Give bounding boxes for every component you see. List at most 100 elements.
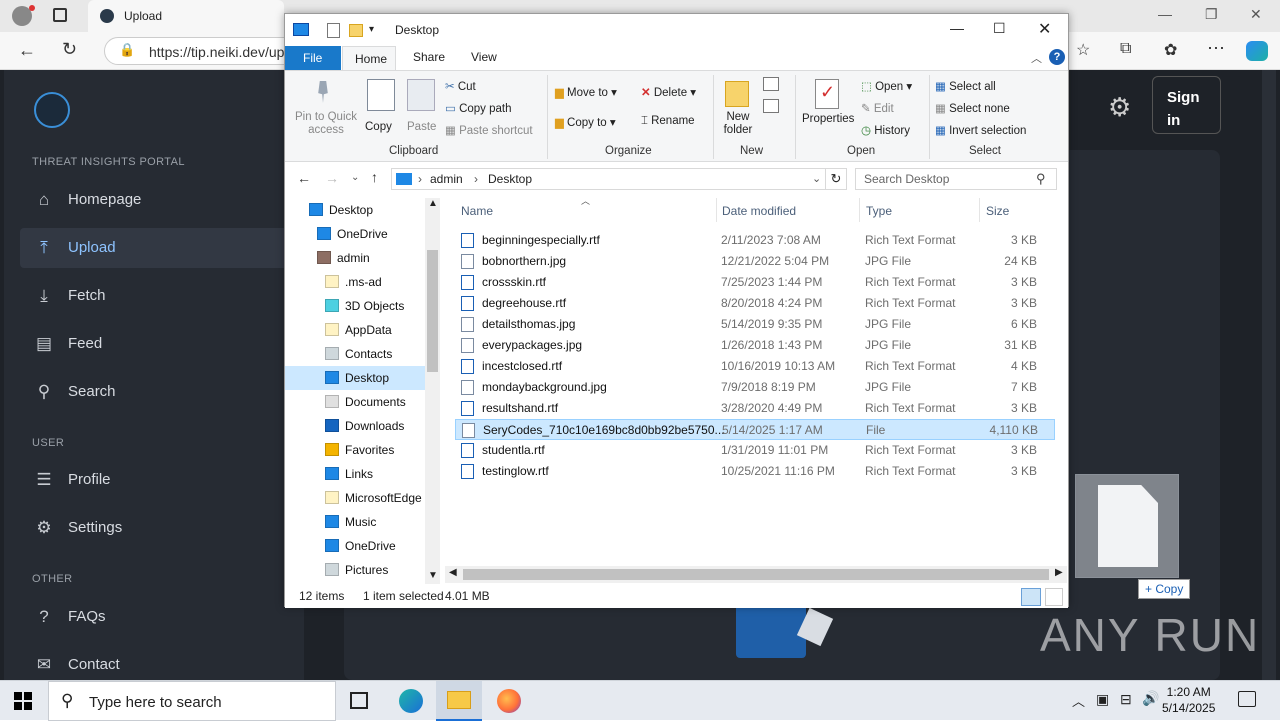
column-divider[interactable] xyxy=(716,198,717,222)
file-row[interactable]: everypackages.jpg 1/26/2018 1:43 PM JPG Fi… xyxy=(455,335,1055,356)
tree-item[interactable]: Contacts xyxy=(285,342,425,366)
refresh-location-button[interactable]: ↻ xyxy=(825,168,847,190)
history-button[interactable]: ◷ History xyxy=(861,123,910,137)
sidebar-item-faqs[interactable]: ? FAQs xyxy=(20,597,290,637)
new-item-icon[interactable] xyxy=(763,77,779,91)
taskbar-clock[interactable]: 1:20 AM 5/14/2025 xyxy=(1162,684,1215,716)
sidebar-item-search[interactable]: ⚲ Search xyxy=(20,372,290,412)
breadcrumb[interactable]: › admin › Desktop ⌄ xyxy=(391,168,826,190)
page-scrollbar[interactable] xyxy=(1262,70,1276,680)
column-divider[interactable] xyxy=(979,198,980,222)
tree-item[interactable]: admin xyxy=(285,246,425,270)
up-arrow-icon[interactable]: ↑ xyxy=(371,169,378,185)
navigation-pane-scrollbar[interactable]: ▲ ▼ xyxy=(425,198,440,584)
tree-item[interactable]: OneDrive xyxy=(285,222,425,246)
tree-item[interactable]: Music xyxy=(285,510,425,534)
tree-item[interactable]: OneDrive xyxy=(285,534,425,558)
tree-item[interactable]: Pictures xyxy=(285,558,425,582)
copilot-icon[interactable] xyxy=(1246,41,1268,61)
show-hidden-icons-icon[interactable]: ︿ xyxy=(1072,691,1085,710)
new-folder-quick-icon[interactable] xyxy=(349,24,363,37)
edge-browser-icon[interactable] xyxy=(399,689,423,713)
help-icon[interactable]: ? xyxy=(1049,49,1065,65)
copy-button[interactable]: Copy xyxy=(361,75,395,141)
more-menu-icon[interactable]: ⋯ xyxy=(1207,38,1225,59)
file-row[interactable]: beginningespecially.rtf 2/11/2023 7:08 AM… xyxy=(455,230,1055,251)
taskbar-search-box[interactable]: ⚲ Type here to search xyxy=(48,681,336,721)
sidebar-item-fetch[interactable]: ⤓ Fetch xyxy=(20,276,290,316)
delete-button[interactable]: ✕ Delete ▾ xyxy=(641,85,696,99)
sign-in-button[interactable]: Sign in xyxy=(1152,76,1221,134)
column-type[interactable]: Type xyxy=(866,204,892,218)
site-logo[interactable] xyxy=(34,92,70,128)
properties-button[interactable]: ✓ Properties xyxy=(799,75,857,141)
collapse-ribbon-icon[interactable]: ︿ xyxy=(1031,50,1042,66)
volume-icon[interactable]: 🔊 xyxy=(1142,690,1159,707)
back-icon[interactable]: ← xyxy=(18,40,36,61)
file-row[interactable]: studentla.rtf 1/31/2019 11:01 PM Rich Text… xyxy=(455,440,1055,461)
cut-button[interactable]: ✂ Cut xyxy=(445,79,476,93)
open-button[interactable]: ⬚ Open ▾ xyxy=(861,79,912,93)
restore-browser-icon[interactable]: ❐ xyxy=(1205,6,1218,23)
system-tray-app-icon[interactable]: ▣ xyxy=(1096,691,1109,708)
select-all-button[interactable]: ▦ Select all xyxy=(935,79,996,93)
breadcrumb-admin[interactable]: admin xyxy=(430,172,463,186)
tree-item[interactable]: Links xyxy=(285,462,425,486)
tree-item[interactable]: .ms-ad xyxy=(285,270,425,294)
address-dropdown-icon[interactable]: ⌄ xyxy=(812,172,821,185)
file-row[interactable]: mondaybackground.jpg 7/9/2018 8:19 PM JPG … xyxy=(455,377,1055,398)
move-to-button[interactable]: ▆ Move to ▾ xyxy=(555,85,617,99)
back-arrow-icon[interactable]: ← xyxy=(297,170,311,186)
file-row[interactable]: resultshand.rtf 3/28/2020 4:49 PM Rich Tex… xyxy=(455,398,1055,419)
tree-item[interactable]: MicrosoftEdge xyxy=(285,486,425,510)
collections-icon[interactable]: ⧉ xyxy=(1120,40,1131,58)
close-browser-icon[interactable]: ✕ xyxy=(1250,6,1262,23)
pin-quick-access-button[interactable]: Pin to Quick access xyxy=(291,75,357,141)
recent-locations-icon[interactable]: ⌄ xyxy=(351,172,359,183)
sidebar-item-upload[interactable]: ⤒ Upload xyxy=(20,228,290,268)
tree-item[interactable]: 3D Objects xyxy=(285,294,425,318)
close-icon[interactable]: ✕ xyxy=(1038,19,1051,39)
network-icon[interactable]: ⊟ xyxy=(1120,691,1132,708)
minimize-icon[interactable]: — xyxy=(950,20,964,36)
file-row[interactable]: testinglow.rtf 10/25/2021 11:16 PM Rich Te… xyxy=(455,461,1055,482)
tree-item[interactable]: Favorites xyxy=(285,438,425,462)
details-view-icon[interactable] xyxy=(1021,588,1041,606)
file-row[interactable]: degreehouse.rtf 8/20/2018 4:24 PM Rich Tex… xyxy=(455,293,1055,314)
file-row[interactable]: SeryCodes_710c10e169bc8d0bb92be5750... 5/… xyxy=(455,419,1055,440)
breadcrumb-desktop[interactable]: Desktop xyxy=(488,172,532,186)
browser-tab-upload[interactable]: Upload xyxy=(88,0,284,32)
refresh-icon[interactable]: ↻ xyxy=(62,39,77,60)
tree-item[interactable]: Downloads xyxy=(285,414,425,438)
forward-arrow-icon[interactable]: → xyxy=(325,170,339,186)
minimize-browser-icon[interactable]: — xyxy=(1158,6,1172,22)
maximize-icon[interactable]: ☐ xyxy=(993,20,1006,37)
tab-actions-icon[interactable] xyxy=(53,8,67,22)
edit-button[interactable]: ✎ Edit xyxy=(861,101,894,115)
column-date-modified[interactable]: Date modified xyxy=(722,204,796,218)
paste-shortcut-button[interactable]: ▦ Paste shortcut xyxy=(445,123,533,137)
tab-view[interactable]: View xyxy=(471,50,497,64)
customize-toolbar-icon[interactable]: ▾ xyxy=(369,24,374,35)
file-row[interactable]: detailsthomas.jpg 5/14/2019 9:35 PM JPG Fi… xyxy=(455,314,1055,335)
sidebar-item-feed[interactable]: ▤ Feed xyxy=(20,324,290,364)
scroll-left-icon[interactable]: ◀ xyxy=(449,567,457,578)
start-windows-icon[interactable] xyxy=(14,692,32,710)
easy-access-icon[interactable] xyxy=(763,99,779,113)
paste-button[interactable]: Paste xyxy=(403,75,437,141)
tab-share[interactable]: Share xyxy=(413,50,445,64)
column-name[interactable]: Name xyxy=(461,204,493,218)
copy-path-button[interactable]: ▭ Copy path xyxy=(445,101,512,115)
sidebar-item-homepage[interactable]: ⌂ Homepage xyxy=(20,180,290,220)
scroll-right-icon[interactable]: ▶ xyxy=(1055,567,1063,578)
file-row[interactable]: incestclosed.rtf 10/16/2019 10:13 AM Rich … xyxy=(455,356,1055,377)
file-row[interactable]: bobnorthern.jpg 12/21/2022 5:04 PM JPG Fil… xyxy=(455,251,1055,272)
column-size[interactable]: Size xyxy=(986,204,1009,218)
firefox-icon[interactable] xyxy=(497,689,521,713)
tree-item[interactable]: Desktop xyxy=(285,198,425,222)
rename-button[interactable]: ⌶ Rename xyxy=(641,115,695,128)
favorite-star-icon[interactable]: ☆ xyxy=(1076,40,1090,60)
sidebar-item-contact[interactable]: ✉ Contact xyxy=(20,645,290,685)
copy-to-button[interactable]: ▆ Copy to ▾ xyxy=(555,115,616,129)
scroll-down-icon[interactable]: ▼ xyxy=(428,570,438,581)
